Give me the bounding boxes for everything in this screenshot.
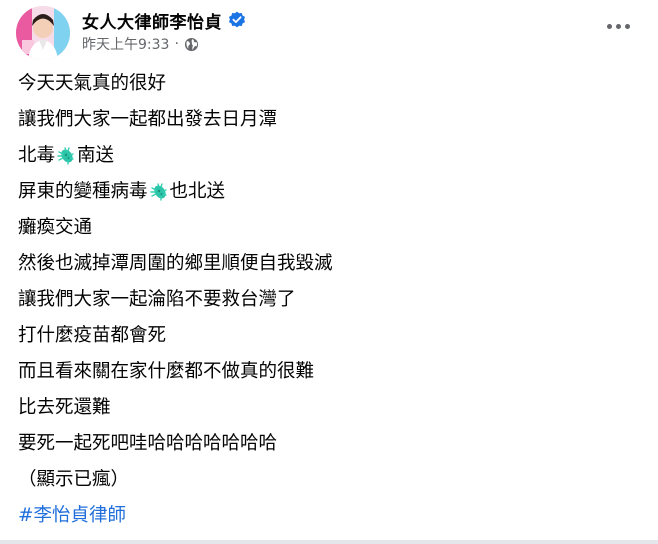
- post-line-text: 讓我們大家一起淪陷不要救台灣了: [18, 289, 296, 310]
- post-line-text: 南送: [77, 145, 115, 166]
- post-meta: 昨天上午9:33 ·: [82, 34, 199, 54]
- post-line: 然後也滅掉潭周圍的鄉里順便自我毀滅: [18, 246, 638, 282]
- post-line: 讓我們大家一起都出發去日月潭: [18, 102, 638, 138]
- post-divider: [0, 540, 658, 544]
- post-line-text: 然後也滅掉潭周圍的鄉里順便自我毀滅: [18, 253, 333, 274]
- more-options-button[interactable]: [604, 16, 632, 36]
- post-body: 今天天氣真的很好 讓我們大家一起都出發去日月潭 北毒 南送 屏東的變種病毒 也北: [18, 66, 638, 534]
- author-avatar[interactable]: [16, 6, 70, 60]
- microbe-emoji-icon: [149, 183, 167, 201]
- post-line-text: 癱瘓交通: [18, 217, 93, 238]
- post-line-text: 屏東的變種病毒: [18, 181, 148, 202]
- verified-badge-icon: [229, 11, 245, 28]
- post-line: （顯示已瘋）: [18, 462, 638, 498]
- post-line-text: 也北送: [169, 181, 226, 202]
- post-line: 北毒 南送: [18, 138, 638, 174]
- microbe-emoji-icon: [57, 147, 74, 165]
- post-line-text: 比去死還難: [18, 397, 111, 418]
- post-line: 打什麼疫苗都會死: [18, 318, 638, 354]
- post-line-text: （顯示已瘋）: [18, 469, 130, 490]
- post-line-text: 今天天氣真的很好: [18, 73, 167, 94]
- post-line: 今天天氣真的很好: [18, 66, 638, 102]
- post-line-text: 而且看來關在家什麼都不做真的很難: [18, 361, 315, 382]
- post-timestamp[interactable]: 昨天上午9:33: [82, 34, 169, 54]
- post-line: #李怡貞律師: [18, 498, 638, 534]
- globe-icon[interactable]: [184, 37, 199, 52]
- post-line: 讓我們大家一起淪陷不要救台灣了: [18, 282, 638, 318]
- author-name[interactable]: 女人大律師李怡貞: [82, 8, 222, 33]
- more-dot: [615, 23, 621, 29]
- author-row: 女人大律師李怡貞: [82, 8, 246, 33]
- post-line-text: 打什麼疫苗都會死: [18, 325, 167, 346]
- post-line-text: 北毒: [18, 145, 56, 166]
- post-line: 比去死還難: [18, 390, 638, 426]
- post-line: 屏東的變種病毒 也北送: [18, 174, 638, 210]
- post-line: 要死一起死吧哇哈哈哈哈哈哈哈: [18, 426, 638, 462]
- more-dot: [624, 23, 630, 29]
- post-line-text: 讓我們大家一起都出發去日月潭: [18, 109, 278, 130]
- facebook-post: 女人大律師李怡貞 昨天上午9:33 · 今天天氣真的很好 讓我們大家一起都出發去…: [0, 0, 658, 544]
- post-line-text: 要死一起死吧哇哈哈哈哈哈哈哈: [18, 433, 278, 454]
- avatar-image: [16, 6, 70, 60]
- post-line: 癱瘓交通: [18, 210, 638, 246]
- meta-separator: ·: [174, 36, 179, 52]
- hashtag-link[interactable]: #李怡貞律師: [18, 498, 126, 534]
- post-line: 而且看來關在家什麼都不做真的很難: [18, 354, 638, 390]
- more-dot: [606, 23, 612, 29]
